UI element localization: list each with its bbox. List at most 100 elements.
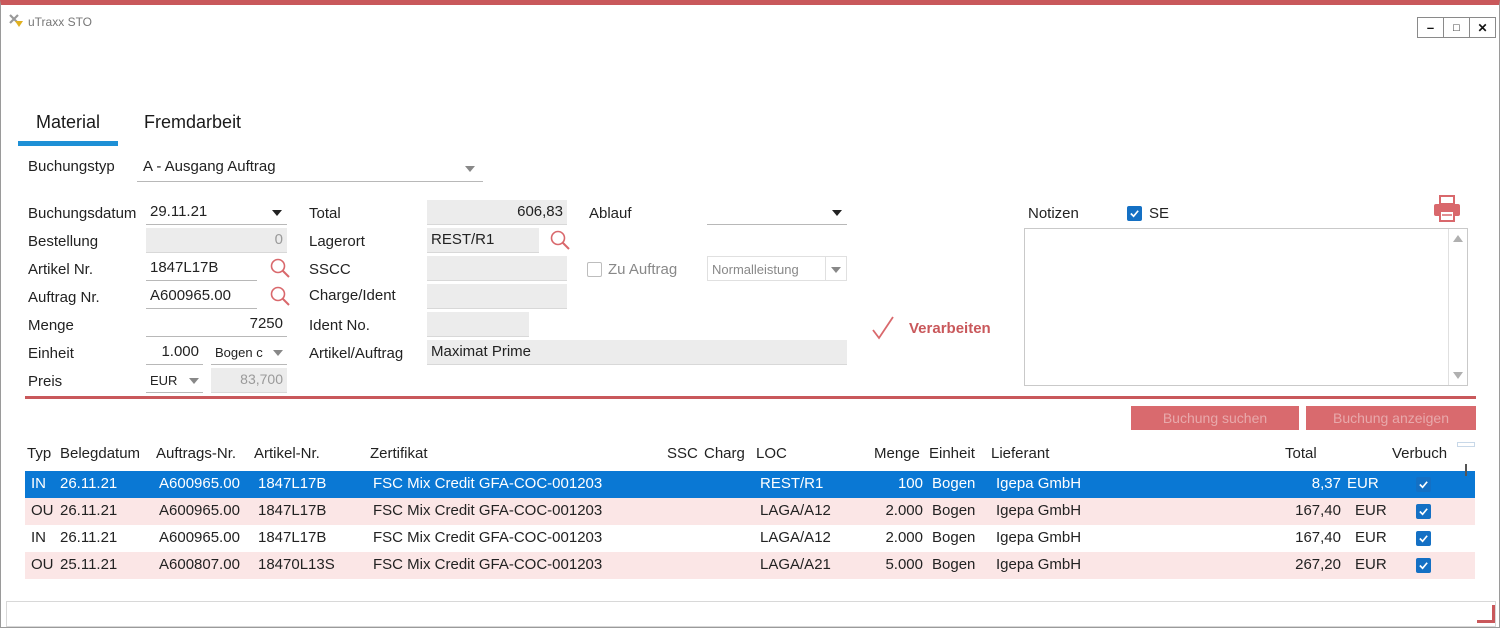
tab-bar: Material Fremdarbeit	[18, 105, 259, 146]
cell-typ: OU	[31, 502, 54, 519]
se-checkbox[interactable]	[1127, 206, 1142, 221]
artikel-nr-input[interactable]: 1847L17B	[146, 256, 257, 281]
col-header-artikel-nr[interactable]: Artikel-Nr.	[254, 445, 320, 469]
title-bar: uTraxx STO – □ ✕	[1, 5, 1499, 41]
table-row[interactable]: OU 25.11.21 A600807.00 18470L13S FSC Mix…	[25, 552, 1475, 579]
cell-belegdatum: 26.11.21	[60, 475, 118, 492]
cell-total: 8,37	[1311, 475, 1341, 492]
scroll-thumb[interactable]	[1465, 464, 1467, 476]
buchungstyp-label: Buchungstyp	[28, 158, 115, 175]
auftrag-search-icon[interactable]	[269, 285, 291, 307]
einheit-qty-input[interactable]: 1.000	[146, 340, 203, 365]
maximize-icon: □	[1453, 21, 1460, 34]
verbuch-checkbox[interactable]	[1416, 504, 1431, 519]
checkmark-icon	[872, 316, 894, 340]
col-header-zertifikat[interactable]: Zertifikat	[370, 445, 428, 469]
table-row[interactable]: OU 26.11.21 A600965.00 1847L17B FSC Mix …	[25, 498, 1475, 525]
chevron-down-icon	[273, 350, 283, 356]
sscc-label: SSCC	[309, 261, 351, 278]
menge-input[interactable]: 7250	[146, 312, 287, 337]
select-divider	[825, 257, 826, 280]
resize-grip-icon[interactable]	[1477, 605, 1495, 623]
charge-ident-field[interactable]	[427, 284, 567, 309]
scroll-down-icon[interactable]	[1453, 372, 1463, 379]
maximize-button[interactable]: □	[1443, 17, 1470, 38]
table-row[interactable]: IN 26.11.21 A600965.00 1847L17B FSC Mix …	[25, 471, 1475, 498]
chevron-down-icon	[465, 166, 475, 172]
notes-scrollbar[interactable]	[1448, 229, 1467, 385]
verbuch-checkbox[interactable]	[1416, 477, 1431, 492]
leistung-select[interactable]: Normalleistung	[707, 256, 847, 281]
cell-belegdatum: 25.11.21	[60, 556, 118, 573]
verbuch-checkbox[interactable]	[1416, 531, 1431, 546]
preis-field: 83,700	[211, 368, 287, 393]
buchungstyp-select[interactable]: A - Ausgang Auftrag	[137, 155, 483, 182]
cell-currency: EUR	[1347, 475, 1379, 492]
scroll-up-icon[interactable]	[1453, 235, 1463, 242]
tab-material[interactable]: Material	[18, 105, 119, 146]
cell-currency: EUR	[1355, 529, 1387, 546]
section-divider	[25, 396, 1476, 399]
minimize-icon: –	[1426, 20, 1435, 35]
chevron-down-icon	[831, 267, 841, 273]
col-header-verbuch[interactable]: Verbuch	[1392, 445, 1447, 469]
col-header-ssc[interactable]: SSC	[667, 445, 698, 469]
ident-no-field[interactable]	[427, 312, 529, 337]
chevron-down-icon	[189, 378, 199, 384]
col-header-auftrags-nr[interactable]: Auftrags-Nr.	[156, 445, 236, 469]
notes-textarea[interactable]	[1024, 228, 1468, 386]
cell-artikel-nr: 1847L17B	[258, 475, 327, 492]
close-button[interactable]: ✕	[1469, 17, 1496, 38]
col-header-typ[interactable]: Typ	[27, 445, 51, 469]
einheit-label: Einheit	[28, 345, 74, 362]
cell-currency: EUR	[1355, 502, 1387, 519]
cell-einheit: Bogen	[932, 502, 976, 519]
check-icon	[1130, 210, 1139, 218]
buchungsdatum-label: Buchungsdatum	[28, 205, 137, 222]
lagerort-search-icon[interactable]	[549, 229, 571, 251]
auftrag-nr-input[interactable]: A600965.00	[146, 284, 257, 309]
col-header-total[interactable]: Total	[1285, 445, 1317, 469]
preis-label: Preis	[28, 373, 63, 390]
col-header-loc[interactable]: LOC	[756, 445, 787, 469]
scroll-top-button[interactable]	[1457, 442, 1475, 447]
preis-currency-select[interactable]: EUR	[146, 368, 203, 393]
window-controls: – □ ✕	[1417, 17, 1496, 38]
einheit-unit-select[interactable]: Bogen c	[211, 340, 287, 365]
cell-auftrags-nr: A600807.00	[159, 556, 240, 573]
col-header-einheit[interactable]: Einheit	[929, 445, 975, 469]
verarbeiten-button[interactable]: Verarbeiten	[869, 313, 991, 343]
cell-menge: 2.000	[885, 502, 923, 519]
minimize-button[interactable]: –	[1417, 17, 1444, 38]
app-title: uTraxx STO	[28, 15, 93, 29]
table-row[interactable]: IN 26.11.21 A600965.00 1847L17B FSC Mix …	[25, 525, 1475, 552]
printer-icon[interactable]	[1432, 195, 1462, 223]
col-header-charg[interactable]: Charg	[704, 445, 745, 469]
cell-currency: EUR	[1355, 556, 1387, 573]
col-header-lieferant[interactable]: Lieferant	[991, 445, 1049, 469]
buchung-suchen-button[interactable]: Buchung suchen	[1131, 406, 1299, 430]
sscc-field[interactable]	[427, 256, 567, 281]
lagerort-field[interactable]: REST/R1	[427, 228, 539, 253]
menge-label: Menge	[28, 317, 74, 334]
cell-belegdatum: 26.11.21	[60, 502, 118, 519]
buchungsdatum-picker[interactable]: 29.11.21	[146, 200, 287, 225]
zu-auftrag-checkbox[interactable]	[587, 262, 602, 277]
cell-total: 267,20	[1295, 556, 1341, 573]
cell-typ: IN	[31, 475, 46, 492]
cell-auftrags-nr: A600965.00	[159, 475, 240, 492]
artikel-auftrag-label: Artikel/Auftrag	[309, 345, 404, 362]
buchung-anzeigen-button[interactable]: Buchung anzeigen	[1306, 406, 1476, 430]
col-header-menge[interactable]: Menge	[874, 445, 920, 469]
table-scrollbar[interactable]	[1457, 442, 1475, 580]
cell-artikel-nr: 1847L17B	[258, 529, 327, 546]
cell-belegdatum: 26.11.21	[60, 529, 118, 546]
artikel-search-icon[interactable]	[269, 257, 291, 279]
ablauf-select[interactable]	[707, 200, 847, 225]
col-header-belegdatum[interactable]: Belegdatum	[60, 445, 140, 469]
verbuch-checkbox[interactable]	[1416, 558, 1431, 573]
status-bar	[6, 601, 1496, 627]
tab-fremdarbeit[interactable]: Fremdarbeit	[126, 105, 259, 146]
ablauf-label: Ablauf	[589, 205, 632, 222]
cell-loc: LAGA/A12	[760, 529, 831, 546]
